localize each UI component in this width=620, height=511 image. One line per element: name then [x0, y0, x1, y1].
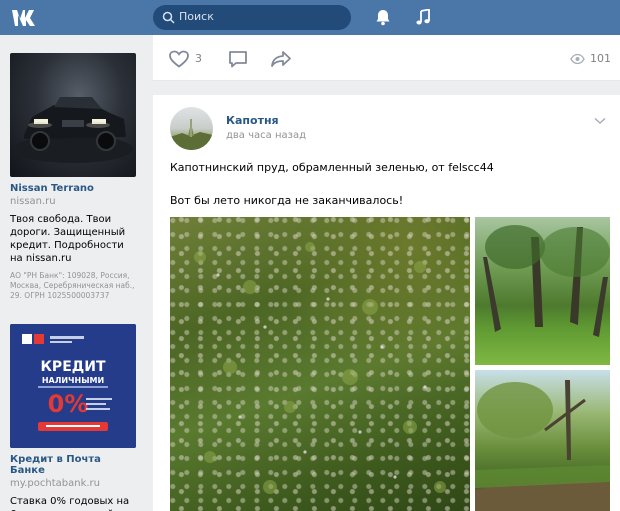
banner-subtitle: НАЛИЧНЫМИ	[42, 376, 104, 385]
avatar-image	[170, 119, 213, 150]
comment-icon[interactable]	[228, 50, 248, 68]
post-photo-pond[interactable]	[475, 370, 610, 511]
view-count: 101	[590, 52, 611, 65]
ad-text[interactable]: Ставка 0% годовых на 6 месяцев с акцией …	[10, 495, 136, 511]
vk-logo[interactable]	[10, 7, 42, 29]
ad-domain[interactable]: nissan.ru	[10, 196, 136, 207]
banner-rate: 0%	[48, 390, 89, 418]
foliage-texture	[194, 242, 446, 494]
car-illustration	[13, 97, 133, 163]
bell-icon[interactable]	[375, 9, 391, 26]
top-bar: Поиск	[0, 0, 620, 35]
heart-icon[interactable]	[168, 50, 190, 68]
search-input[interactable]: Поиск	[153, 5, 351, 30]
ad-image-bank[interactable]: КРЕДИТ НАЛИЧНЫМИ 0%	[10, 324, 136, 448]
ad-image-car[interactable]	[10, 53, 136, 177]
music-icon[interactable]	[416, 9, 430, 26]
ad-text[interactable]: Твоя свобода. Твои дороги. Защищенный кр…	[10, 213, 136, 265]
post-text: Вот бы лето никогда не заканчивалось!	[170, 194, 404, 207]
avatar[interactable]	[170, 107, 213, 150]
pond-scene	[475, 380, 610, 511]
ad-nissan[interactable]: Nissan Terrano nissan.ru Твоя свобода. Т…	[10, 53, 136, 301]
post-time[interactable]: два часа назад	[226, 130, 306, 141]
ad-domain[interactable]: my.pochtabank.ru	[10, 478, 136, 489]
ad-legal: АО "РН Банк": 109028, Россия, Москва, Се…	[10, 271, 135, 300]
post-photo-trees[interactable]	[475, 217, 610, 365]
like-count: 3	[195, 52, 202, 65]
chevron-down-icon[interactable]	[594, 117, 606, 125]
search-placeholder: Поиск	[179, 10, 214, 23]
eye-icon	[570, 53, 585, 65]
ad-title[interactable]: Nissan Terrano	[10, 183, 136, 194]
ad-title[interactable]: Кредит в Почта Банке	[10, 454, 136, 476]
post-actions-card: 3 101	[153, 35, 620, 81]
share-icon[interactable]	[270, 50, 292, 68]
search-icon	[162, 11, 175, 24]
post-author[interactable]: Капотня	[226, 114, 279, 127]
post-card: Капотня два часа назад Капотнинский пруд…	[153, 95, 620, 511]
ads-column: Nissan Terrano nissan.ru Твоя свобода. Т…	[0, 35, 145, 511]
banner-title: КРЕДИТ	[40, 359, 105, 375]
post-photo-main[interactable]	[170, 217, 470, 511]
post-text: Капотнинский пруд, обрамленный зеленью, …	[170, 161, 494, 174]
bank-banner: КРЕДИТ НАЛИЧНЫМИ 0%	[10, 324, 136, 448]
trees-scene	[483, 225, 610, 337]
ad-pochtabank[interactable]: КРЕДИТ НАЛИЧНЫМИ 0% Кредит в Почта Банке…	[10, 324, 136, 511]
